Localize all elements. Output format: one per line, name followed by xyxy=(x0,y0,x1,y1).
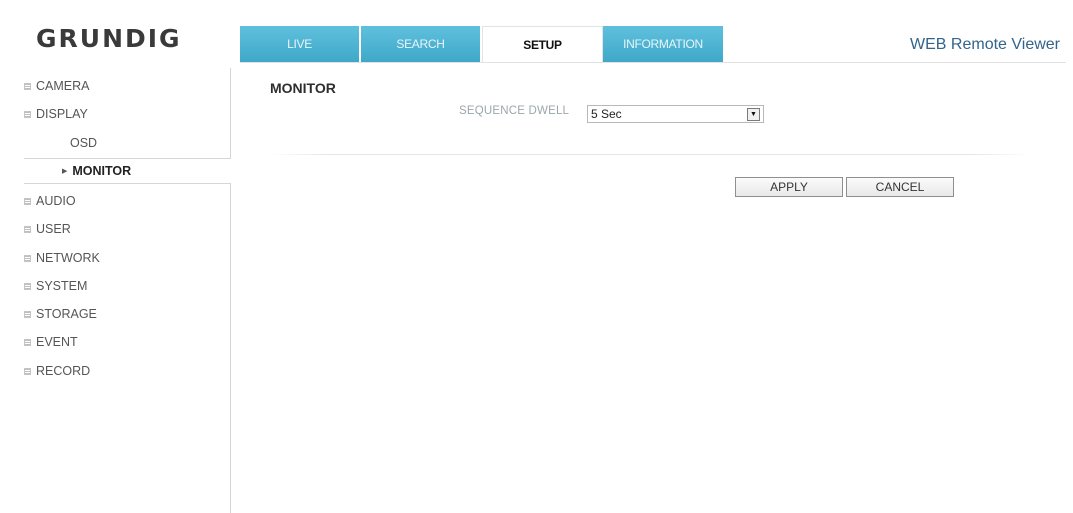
bullet-icon xyxy=(24,367,31,375)
sequence-dwell-label: SEQUENCE DWELL xyxy=(459,105,570,117)
apply-button[interactable]: APPLY xyxy=(735,177,843,197)
app-title: WEB Remote Viewer xyxy=(910,36,1060,53)
bullet-icon xyxy=(24,254,31,262)
bullet-icon xyxy=(24,282,31,290)
sequence-dwell-select[interactable]: 5 Sec ▼ xyxy=(587,105,764,123)
sidebar-item-label: NETWORK xyxy=(36,251,100,265)
sidebar-item-camera[interactable]: CAMERA xyxy=(24,73,89,99)
sidebar-subitem-osd[interactable]: OSD xyxy=(24,130,230,156)
setup-sidebar: CAMERA DISPLAY OSD ▶ MONITOR AUDIO USER … xyxy=(24,68,231,513)
sidebar-item-label: EVENT xyxy=(36,335,78,349)
top-tabs: LIVE SEARCH SETUP INFORMATION xyxy=(240,26,725,62)
sidebar-item-storage[interactable]: STORAGE xyxy=(24,301,97,327)
bullet-icon xyxy=(24,197,31,205)
bullet-icon xyxy=(24,310,31,318)
sidebar-item-system[interactable]: SYSTEM xyxy=(24,273,87,299)
sidebar-subitem-label: OSD xyxy=(70,136,98,150)
sidebar-item-event[interactable]: EVENT xyxy=(24,329,78,355)
cancel-button[interactable]: CANCEL xyxy=(846,177,954,197)
bullet-icon xyxy=(24,338,31,346)
sidebar-item-label: DISPLAY xyxy=(36,107,88,121)
bullet-icon xyxy=(24,225,31,233)
sidebar-subitem-label: MONITOR xyxy=(72,164,132,178)
tab-setup[interactable]: SETUP xyxy=(482,26,603,62)
sidebar-item-network[interactable]: NETWORK xyxy=(24,245,100,271)
sidebar-item-label: CAMERA xyxy=(36,79,90,93)
chevron-down-icon[interactable]: ▼ xyxy=(747,107,760,121)
page-title: MONITOR xyxy=(270,80,336,96)
page: GRUNDIG LIVE SEARCH SETUP INFORMATION WE… xyxy=(0,0,1073,513)
sidebar-item-label: USER xyxy=(36,222,71,236)
sidebar-item-audio[interactable]: AUDIO xyxy=(24,188,76,214)
sidebar-subitem-monitor[interactable]: ▶ MONITOR xyxy=(24,158,231,184)
sidebar-item-display[interactable]: DISPLAY xyxy=(24,101,88,127)
sidebar-item-label: RECORD xyxy=(36,364,91,378)
bullet-icon xyxy=(24,110,31,118)
sequence-dwell-value: 5 Sec xyxy=(591,107,622,121)
caret-right-icon: ▶ xyxy=(62,168,68,175)
tab-information[interactable]: INFORMATION xyxy=(603,26,725,62)
sidebar-item-record[interactable]: RECORD xyxy=(24,358,90,384)
header-divider xyxy=(240,62,1066,63)
grundig-logo: GRUNDIG xyxy=(36,24,182,53)
sidebar-item-label: SYSTEM xyxy=(36,279,88,293)
tab-search[interactable]: SEARCH xyxy=(361,26,482,62)
sidebar-item-user[interactable]: USER xyxy=(24,216,71,242)
sidebar-item-label: AUDIO xyxy=(36,194,76,208)
sidebar-item-label: STORAGE xyxy=(36,307,97,321)
section-divider xyxy=(270,154,1030,155)
bullet-icon xyxy=(24,82,31,90)
tab-live[interactable]: LIVE xyxy=(240,26,361,62)
